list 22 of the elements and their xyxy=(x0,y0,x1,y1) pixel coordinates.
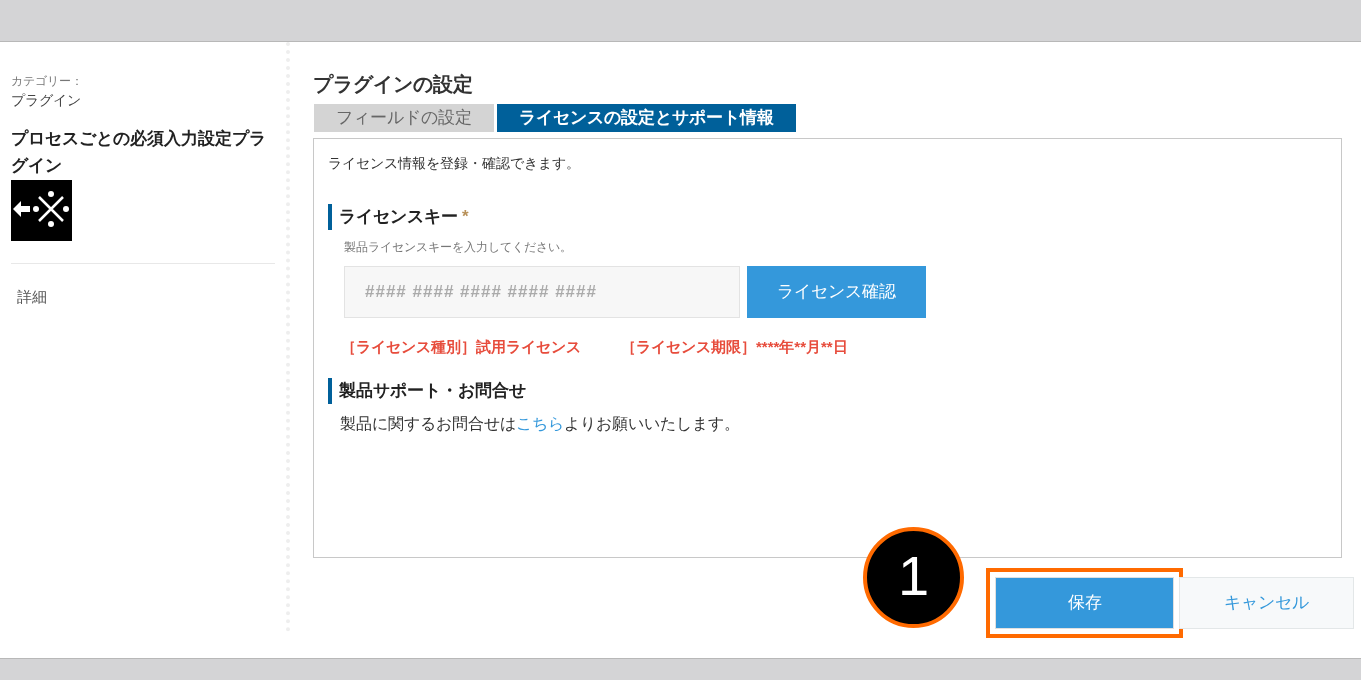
category-label: カテゴリー： xyxy=(11,73,83,90)
category-name: プラグイン xyxy=(11,91,81,110)
plugin-name: プロセスごとの必須入力設定プラグイン xyxy=(11,128,266,177)
license-check-button[interactable]: ライセンス確認 xyxy=(747,265,926,318)
section-heading: ライセンスキー xyxy=(339,206,458,228)
tab[interactable]: ライセンスの設定とサポート情報 xyxy=(497,104,796,132)
support-text: よりお願いいたします。 xyxy=(564,413,740,434)
support-link[interactable]: こちら xyxy=(516,411,564,436)
license-info: ［ライセンス種別］試用ライセンス xyxy=(341,336,581,357)
required-mark: * xyxy=(462,206,469,228)
section-heading: 製品サポート・お問合せ xyxy=(339,381,526,400)
plugin-logo-icon xyxy=(11,180,72,241)
sidebar-item[interactable]: 詳細 xyxy=(17,286,47,309)
intro-text: ライセンス情報を登録・確認できます。 xyxy=(328,154,580,173)
license-info: ［ライセンス期限］****年**月**日 xyxy=(621,336,848,357)
support-text: 製品に関するお問合せは xyxy=(340,413,516,434)
license-key-field[interactable]: #### #### #### #### #### xyxy=(344,265,740,318)
tab[interactable]: フィールドの設定 xyxy=(314,104,494,132)
cancel-button[interactable]: キャンセル xyxy=(1179,577,1354,629)
page-title: プラグインの設定 xyxy=(313,72,473,97)
save-button[interactable]: 保存 xyxy=(995,577,1174,629)
hint-text: 製品ライセンスキーを入力してください。 xyxy=(344,238,572,256)
